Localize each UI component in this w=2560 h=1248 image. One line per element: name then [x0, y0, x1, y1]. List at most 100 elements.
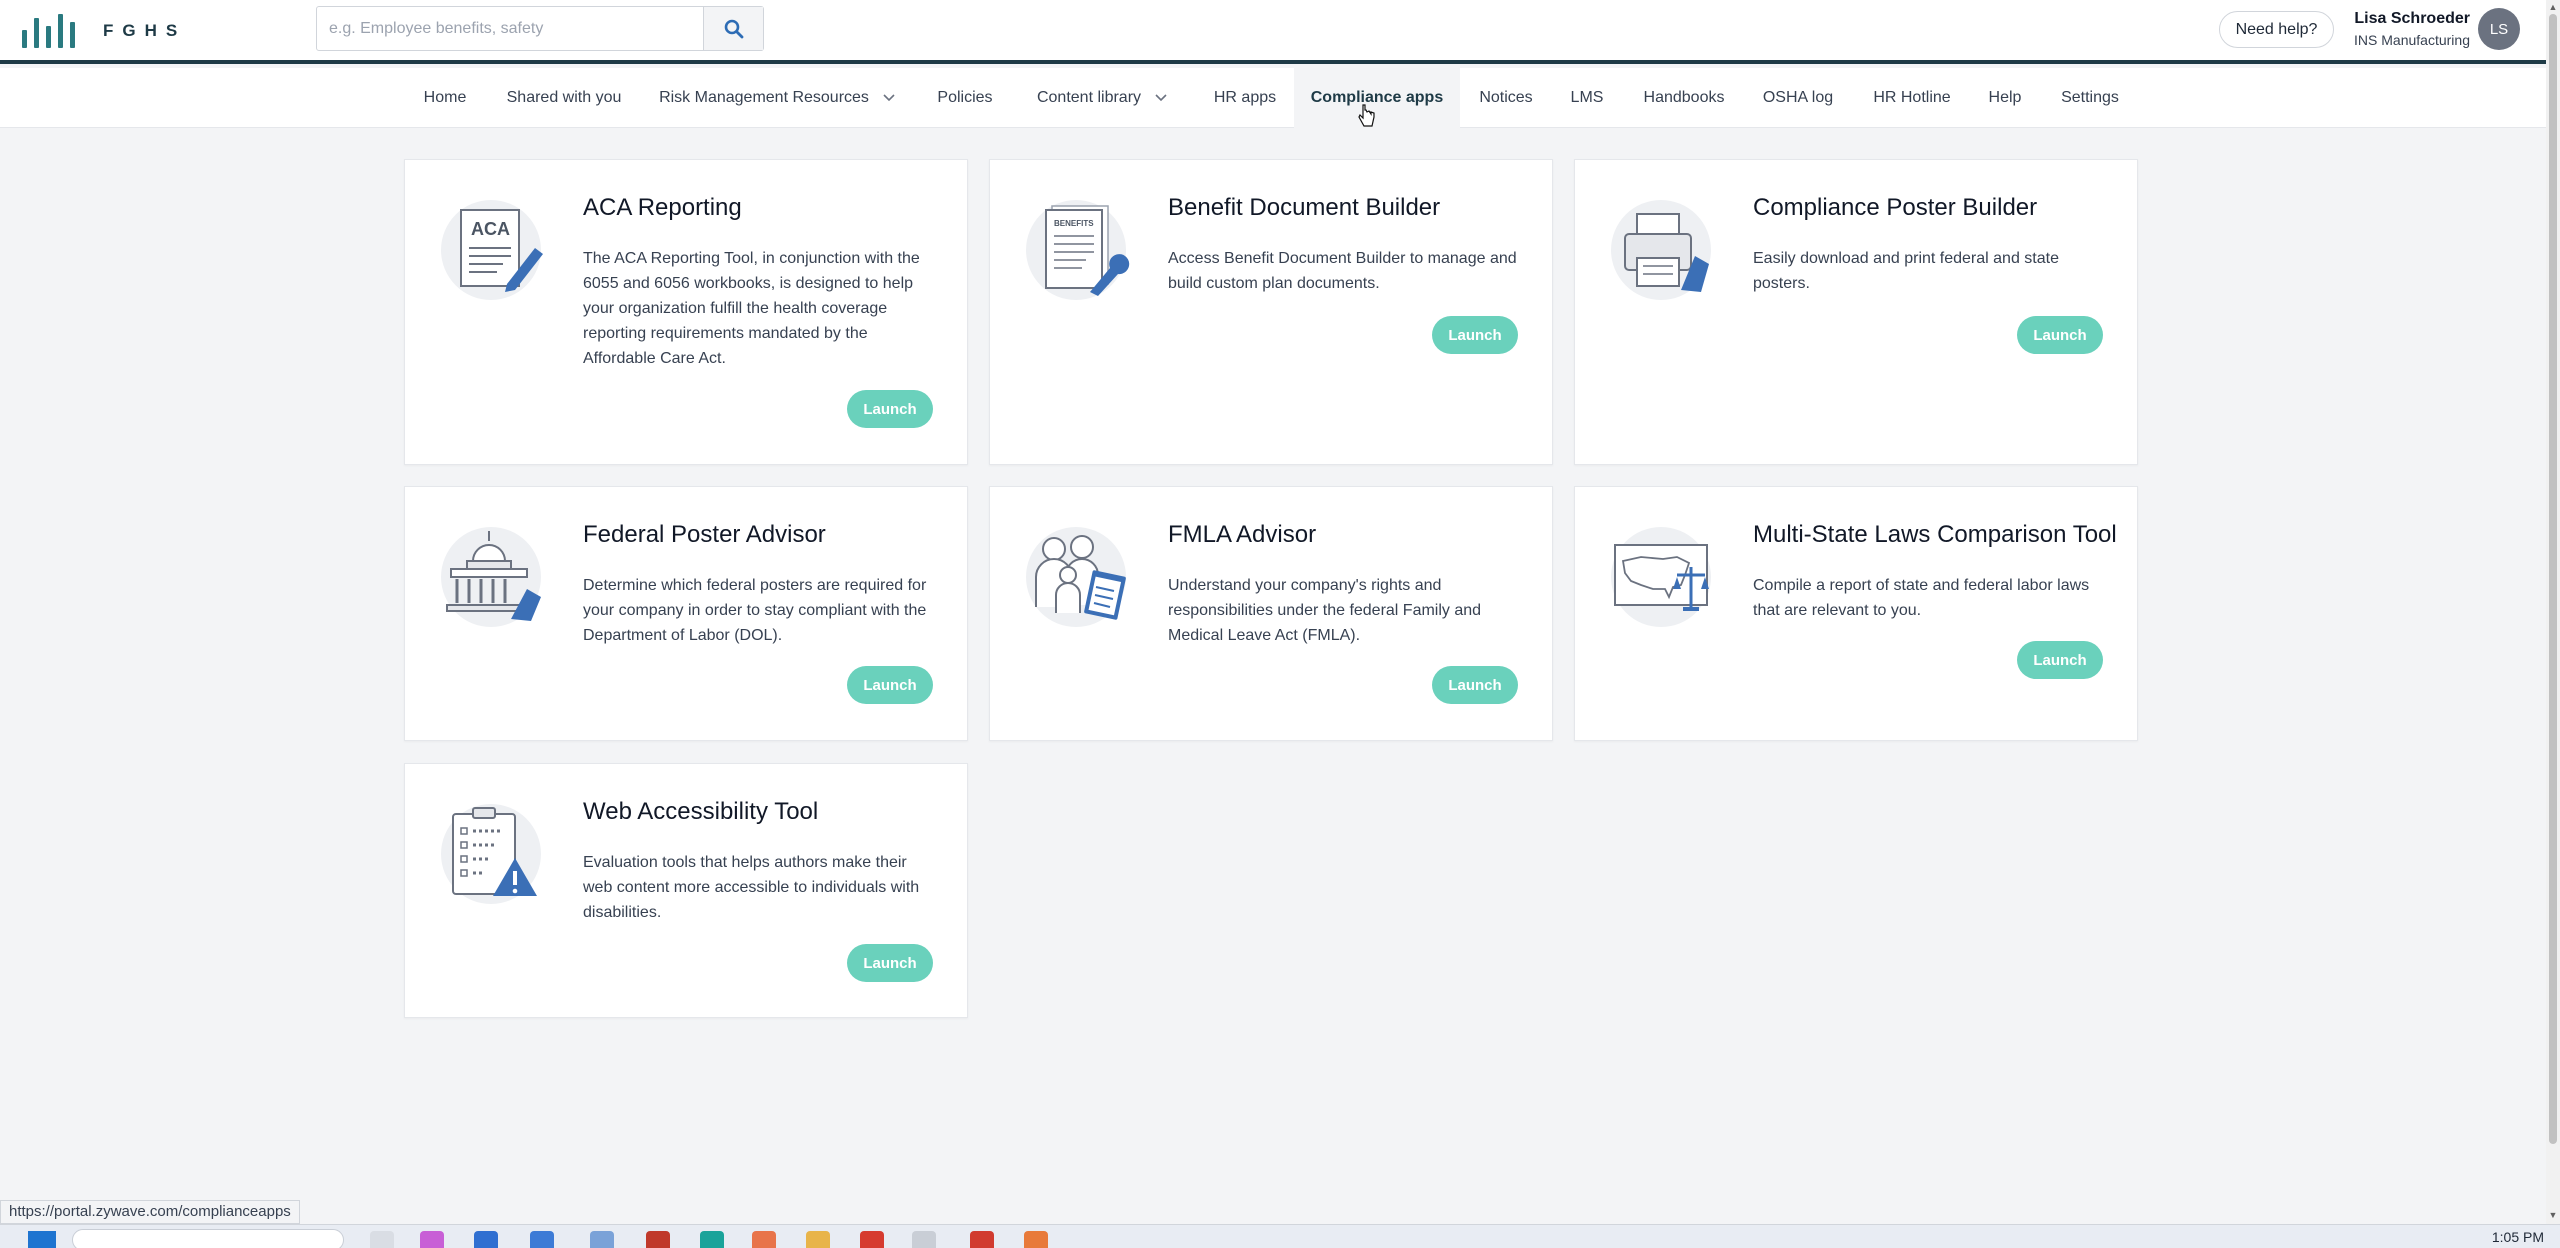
nav-label: LMS — [1570, 89, 1604, 106]
app-card-multi-state-laws-comparison-tool: Multi-State Laws Comparison Tool Compile… — [1574, 486, 2138, 741]
app-card-fmla-advisor: FMLA Advisor Understand your company's r… — [989, 486, 1553, 741]
search-icon — [724, 19, 743, 38]
card-description: Compile a report of state and federal la… — [1753, 577, 2090, 619]
taskbar-app-icon[interactable] — [420, 1231, 444, 1248]
launch-button[interactable]: Launch — [2017, 641, 2103, 679]
nav-label: HR apps — [1213, 89, 1277, 106]
taskbar-app-icon[interactable] — [530, 1231, 554, 1248]
card-description: Easily download and print federal and st… — [1753, 250, 2059, 292]
svg-text:BENEFITS: BENEFITS — [1054, 219, 1094, 228]
logo-text: FGHS — [103, 21, 187, 40]
nav-policies[interactable]: Policies — [924, 68, 1006, 128]
nav-label: OSHA log — [1762, 89, 1834, 106]
printer-icon — [1611, 200, 1721, 300]
card-title: ACA Reporting — [583, 194, 742, 221]
us-map-scales-icon — [1611, 527, 1721, 627]
family-clipboard-icon — [1026, 527, 1136, 627]
main-nav: Home Shared with you Risk Management Res… — [0, 68, 2546, 128]
nav-label: HR Hotline — [1873, 89, 1951, 106]
card-description: The ACA Reporting Tool, in conjunction w… — [583, 250, 920, 367]
taskbar-search[interactable] — [72, 1229, 344, 1248]
nav-settings[interactable]: Settings — [2050, 68, 2130, 128]
card-title: Compliance Poster Builder — [1753, 194, 2038, 221]
card-description: Evaluation tools that helps authors make… — [583, 854, 920, 921]
nav-home[interactable]: Home — [412, 68, 478, 128]
card-description: Understand your company's rights and res… — [1168, 577, 1482, 644]
app-card-compliance-poster-builder: Compliance Poster Builder Easily downloa… — [1574, 159, 2138, 465]
nav-label: Content library — [1036, 89, 1142, 106]
nav-help[interactable]: Help — [1978, 68, 2032, 128]
scroll-up-icon[interactable]: ▲ — [2548, 2, 2558, 12]
nav-label: Help — [1988, 89, 2022, 106]
launch-button[interactable]: Launch — [847, 666, 933, 704]
search-box — [316, 6, 764, 51]
search-input[interactable] — [317, 7, 703, 50]
taskbar-app-icon[interactable] — [752, 1231, 776, 1248]
card-title: FMLA Advisor — [1168, 521, 1317, 548]
chevron-down-icon — [883, 94, 895, 102]
nav-hr-hotline[interactable]: HR Hotline — [1862, 68, 1962, 128]
taskbar-app-icon[interactable] — [700, 1231, 724, 1248]
taskbar-app-icon[interactable] — [646, 1231, 670, 1248]
nav-lms[interactable]: LMS — [1560, 68, 1614, 128]
nav-label: Settings — [2061, 89, 2119, 106]
nav-risk-management-resources[interactable]: Risk Management Resources — [650, 68, 904, 128]
aca-document-icon: ACA — [441, 200, 551, 300]
launch-button[interactable]: Launch — [847, 390, 933, 428]
mouse-cursor-icon — [1358, 104, 1375, 127]
launch-button[interactable]: Launch — [847, 944, 933, 982]
taskbar-app-icon[interactable] — [970, 1231, 994, 1248]
launch-button[interactable]: Launch — [2017, 316, 2103, 354]
need-help-button[interactable]: Need help? — [2219, 11, 2334, 48]
avatar[interactable]: LS — [2478, 8, 2520, 50]
status-bar-url: https://portal.zywave.com/complianceapps — [0, 1200, 300, 1224]
nav-notices[interactable]: Notices — [1466, 68, 1546, 128]
nav-content-library[interactable]: Content library — [1022, 68, 1182, 128]
logo-bars-icon — [22, 14, 75, 48]
card-title: Web Accessibility Tool — [583, 798, 819, 825]
taskbar-app-icon[interactable] — [806, 1231, 830, 1248]
chevron-down-icon — [1155, 94, 1167, 102]
card-title: Federal Poster Advisor — [583, 521, 826, 548]
nav-hr-apps[interactable]: HR apps — [1200, 68, 1290, 128]
taskbar-app-icon[interactable] — [590, 1231, 614, 1248]
launch-button[interactable]: Launch — [1432, 666, 1518, 704]
checklist-warning-icon — [441, 804, 551, 904]
nav-label: Compliance apps — [1310, 89, 1444, 106]
nav-shared-with-you[interactable]: Shared with you — [494, 68, 634, 128]
scroll-down-icon[interactable]: ▼ — [2548, 1210, 2558, 1220]
capitol-building-icon — [441, 527, 551, 627]
taskbar-clock: 1:05 PM — [2491, 1229, 2544, 1245]
nav-label: Notices — [1479, 89, 1533, 106]
search-button[interactable] — [703, 7, 763, 50]
app-card-web-accessibility-tool: Web Accessibility Tool Evaluation tools … — [404, 763, 968, 1018]
card-description: Access Benefit Document Builder to manag… — [1168, 250, 1517, 292]
nav-label: Risk Management Resources — [659, 89, 869, 106]
taskbar-app-icon[interactable] — [912, 1231, 936, 1248]
taskbar-app-icon[interactable] — [370, 1231, 394, 1248]
user-name: Lisa Schroeder — [2354, 10, 2470, 27]
taskbar-app-icon[interactable] — [474, 1231, 498, 1248]
nav-handbooks[interactable]: Handbooks — [1632, 68, 1736, 128]
launch-button[interactable]: Launch — [1432, 316, 1518, 354]
top-header: FGHS Need help? Lisa Schroeder INS Manuf… — [0, 0, 2546, 64]
svg-text:ACA: ACA — [471, 219, 510, 239]
nav-label: Home — [423, 89, 467, 106]
os-taskbar: 1:05 PM — [0, 1224, 2560, 1248]
user-org: INS Manufacturing — [2354, 32, 2470, 48]
nav-label: Handbooks — [1643, 89, 1725, 106]
nav-label: Policies — [937, 89, 993, 106]
user-info[interactable]: Lisa Schroeder INS Manufacturing — [2340, 8, 2470, 50]
scroll-thumb[interactable] — [2549, 14, 2557, 1144]
nav-compliance-apps[interactable]: Compliance apps — [1294, 68, 1460, 128]
windows-start-icon[interactable] — [28, 1231, 56, 1248]
app-card-benefit-document-builder: BENEFITS Benefit Document Builder Access… — [989, 159, 1553, 465]
app-card-federal-poster-advisor: Federal Poster Advisor Determine which f… — [404, 486, 968, 741]
fghs-logo[interactable]: FGHS — [22, 12, 186, 50]
nav-osha-log[interactable]: OSHA log — [1752, 68, 1844, 128]
vertical-scrollbar[interactable]: ▲ ▼ — [2546, 0, 2560, 1224]
nav-label: Shared with you — [506, 89, 622, 106]
taskbar-app-icon[interactable] — [1024, 1231, 1048, 1248]
taskbar-app-icon[interactable] — [860, 1231, 884, 1248]
card-description: Determine which federal posters are requ… — [583, 577, 927, 644]
